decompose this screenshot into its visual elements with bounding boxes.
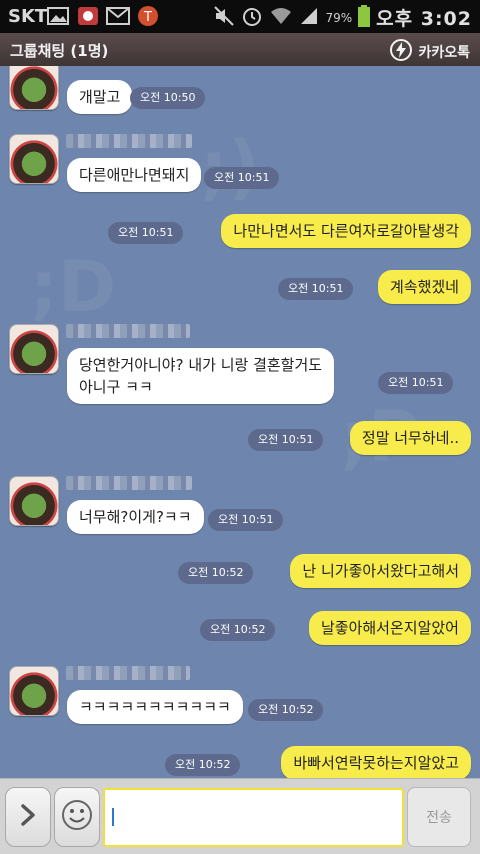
- avatar[interactable]: [9, 666, 59, 716]
- emoticon-button[interactable]: [54, 787, 100, 847]
- message-time: 오전 10:51: [204, 167, 280, 189]
- message-time: 오전 10:51: [378, 372, 454, 394]
- message-bubble[interactable]: 개말고: [67, 80, 133, 114]
- chevron-right-icon: [19, 803, 37, 831]
- mute-icon: [213, 5, 235, 31]
- message-bubble[interactable]: 나만나면서도 다른여자로갈아탈생각: [221, 214, 471, 248]
- avatar[interactable]: [9, 66, 59, 110]
- clock: 오후 3:02: [376, 8, 472, 30]
- chat-title: 그룹채팅 (1명): [10, 42, 109, 60]
- status-icons-left: T: [46, 5, 160, 27]
- kakao-talk-button[interactable]: 카카오톡: [390, 39, 470, 65]
- app-name: 카카오톡: [418, 45, 470, 61]
- smiley-icon: [61, 799, 93, 835]
- lightning-icon: [390, 39, 413, 65]
- avatar[interactable]: [9, 324, 59, 374]
- battery-icon: [358, 4, 371, 31]
- battery-percent: 79%: [325, 10, 353, 25]
- text-caret: [112, 808, 114, 826]
- message-time: 오전 10:52: [200, 619, 276, 641]
- sender-name: [66, 476, 192, 490]
- notification-icon: [76, 5, 100, 27]
- send-button[interactable]: 전송: [407, 787, 471, 847]
- message-bubble[interactable]: 당연한거아니야? 내가 니랑 결혼할거도 아니구 ㅋㅋ: [67, 348, 335, 404]
- message-time: 오전 10:51: [208, 509, 284, 531]
- message-bubble[interactable]: 계속했겠네: [377, 270, 471, 304]
- status-icons-right: 79% 오후 3:02: [213, 4, 472, 31]
- mail-icon: [106, 5, 130, 27]
- wifi-icon: [269, 6, 293, 30]
- signal-icon: [299, 6, 319, 30]
- chat-area[interactable]: ;) ;D ;P 개말고 오전 10:50 다른애만나면돼지 오전 10:51 …: [0, 66, 480, 778]
- image-icon: [46, 5, 70, 27]
- svg-text:T: T: [143, 10, 152, 25]
- carrier-label: SKT: [8, 6, 48, 27]
- t-app-icon: T: [136, 5, 160, 27]
- message-bubble[interactable]: 다른애만나면돼지: [67, 158, 202, 192]
- sender-name: [66, 666, 190, 680]
- message-bubble[interactable]: 날좋아해서온지알았어: [308, 611, 471, 645]
- sender-name: [66, 324, 190, 338]
- message-time: 오전 10:51: [248, 429, 324, 451]
- message-bubble[interactable]: 난 니가좋아서왔다고해서: [290, 554, 471, 588]
- input-bar: 전송: [0, 778, 480, 854]
- watermark-shape: ;D: [30, 246, 117, 328]
- message-bubble[interactable]: 너무해?이게?ㅋㅋ: [67, 500, 204, 534]
- message-bubble[interactable]: 정말 너무하네..: [349, 421, 471, 455]
- avatar[interactable]: [9, 476, 59, 526]
- alarm-icon: [241, 5, 263, 31]
- message-time: 오전 10:52: [165, 754, 241, 776]
- message-bubble[interactable]: 바빠서연락못하는지알았고: [281, 746, 471, 778]
- message-time: 오전 10:50: [130, 87, 206, 109]
- avatar[interactable]: [9, 134, 59, 184]
- message-input[interactable]: [103, 788, 404, 847]
- expand-button[interactable]: [5, 787, 51, 847]
- status-bar: SKT T 79% 오후 3:02: [0, 0, 480, 33]
- sender-name: [66, 134, 192, 148]
- message-time: 오전 10:52: [178, 562, 254, 584]
- title-bar: 그룹채팅 (1명) 카카오톡: [0, 33, 480, 67]
- message-time: 오전 10:52: [248, 699, 324, 721]
- message-time: 오전 10:51: [278, 278, 354, 300]
- message-time: 오전 10:51: [108, 222, 184, 244]
- message-bubble[interactable]: ㅋㅋㅋㅋㅋㅋㅋㅋㅋㅋㅋ: [67, 690, 243, 724]
